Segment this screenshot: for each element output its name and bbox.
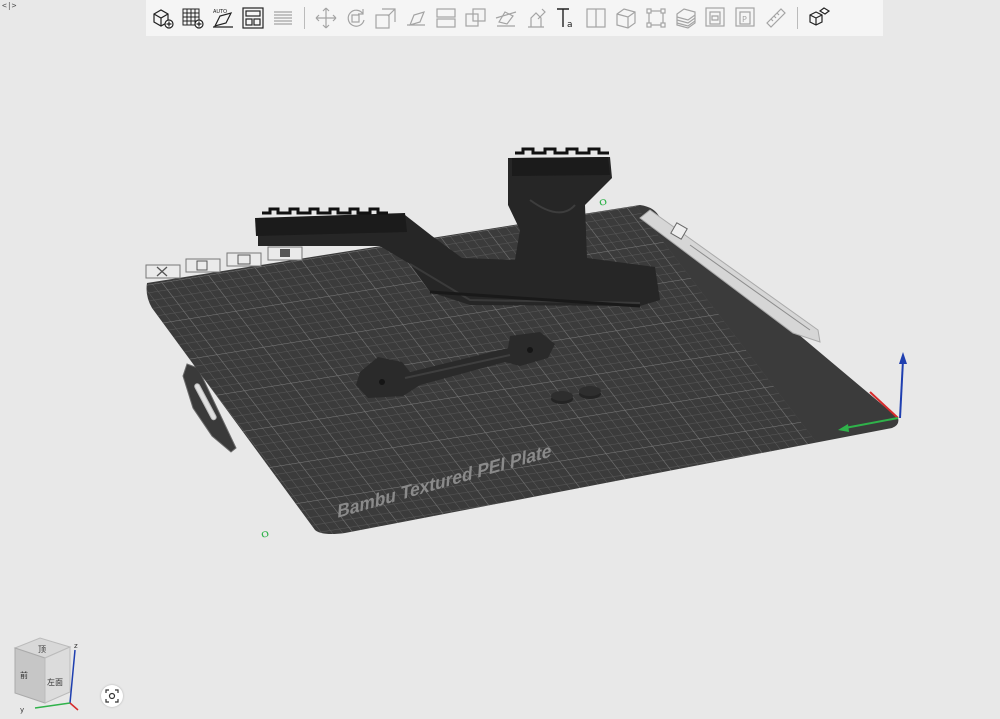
view-cube-front-label: 左面 bbox=[47, 677, 63, 687]
origin-front-label: 0 bbox=[260, 530, 270, 540]
recenter-view-button[interactable] bbox=[101, 685, 123, 707]
origin-back-label: 0 bbox=[598, 198, 608, 208]
model-nut-2[interactable] bbox=[579, 386, 601, 399]
view-cube-axis-y: y bbox=[20, 706, 24, 714]
view-cube-side-label: 前 bbox=[20, 670, 28, 680]
target-icon bbox=[105, 689, 119, 703]
plate-grid bbox=[146, 205, 834, 534]
model-nut-1[interactable] bbox=[551, 391, 573, 404]
view-cube-top-label: 顶 bbox=[38, 645, 46, 654]
view-cube[interactable]: 顶 前 左面 z y bbox=[13, 637, 79, 714]
delete-plate-icon[interactable] bbox=[145, 264, 181, 279]
3d-viewport[interactable]: Bambu Textured PEI Plate 0 0 顶 前 左面 z y bbox=[0, 0, 1000, 719]
view-cube-axis-z: z bbox=[74, 642, 78, 650]
